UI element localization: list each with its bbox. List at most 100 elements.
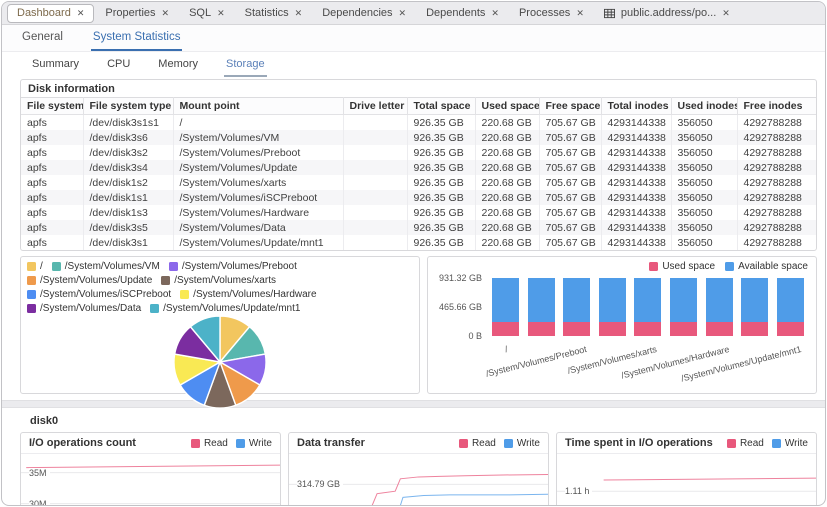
table-cell: 926.35 GB [407,175,475,190]
table-cell: 4292788288 [737,190,816,205]
table-cell: /dev/disk1s2 [83,175,173,190]
table-cell [343,190,407,205]
tab-dependents[interactable]: Dependents ✕ [417,4,508,23]
table-cell [343,115,407,131]
table-cell: apfs [21,205,83,220]
table-cell: 705.67 GB [539,205,601,220]
table-row[interactable]: apfs/dev/disk1s3/System/Volumes/Hardware… [21,205,816,220]
tab-sql[interactable]: SQL ✕ [180,4,234,23]
table-cell: /System/Volumes/xarts [173,175,343,190]
close-icon[interactable]: ✕ [162,9,170,18]
table-cell: 4292788288 [737,205,816,220]
tab-dependencies[interactable]: Dependencies✕ [313,4,415,23]
stacked-bar-system-volumes-xarts[interactable] [634,278,661,336]
data-transfer-legend: ReadWrite [459,438,540,449]
bar-segment-used [563,322,590,336]
close-icon[interactable]: ✕ [77,9,85,18]
stacked-bar-system-volumes-vm[interactable] [528,278,555,336]
stacked-bar-system-volumes-iscpreboot[interactable] [670,278,697,336]
tab-statistics[interactable]: Statistics✕ [236,4,312,23]
column-header-mount-point: Mount point [173,98,343,115]
legend-swatch-icon [191,439,200,448]
io-ops-count-panel: I/O operations countReadWrite35M30M [20,432,281,506]
stacked-bar-[interactable] [492,278,519,336]
table-cell: 4292788288 [737,220,816,235]
bar-y-tick: 465.66 GB [439,302,482,312]
table-row[interactable]: apfs/dev/disk3s6/System/Volumes/VM926.35… [21,130,816,145]
legend-item-read: Read [459,438,496,449]
table-row[interactable]: apfs/dev/disk3s5/System/Volumes/Data926.… [21,220,816,235]
nav-tab-general[interactable]: General [20,25,65,51]
stacked-bar-system-volumes-update[interactable] [599,278,626,336]
io-ops-count-y-tick: 35M [29,468,50,478]
legend-label: Write [249,438,272,449]
stacked-bar-system-volumes-update-mnt1[interactable] [777,278,804,336]
tab-label: SQL [189,7,211,19]
table-row[interactable]: apfs/dev/disk3s1s1/926.35 GB220.68 GB705… [21,115,816,131]
data-transfer-chart: 314.79 GB [289,454,548,506]
legend-label: /System/Volumes/xarts [174,275,276,286]
legend-label: /System/Volumes/Preboot [182,261,297,272]
stacked-bar-system-volumes-data[interactable] [741,278,768,336]
table-cell: /System/Volumes/Preboot [173,145,343,160]
stacked-bar-system-volumes-preboot[interactable] [563,278,590,336]
bar-x-tick: /System/Volumes/Update/mnt1 [680,344,802,384]
legend-swatch-icon [725,262,734,271]
table-cell: 705.67 GB [539,220,601,235]
data-transfer-series-read [354,474,548,506]
bar-segment-available [706,278,733,322]
close-icon[interactable]: ✕ [576,9,584,18]
legend-item-system-volumes-hardware: /System/Volumes/Hardware [180,289,316,300]
table-cell: 220.68 GB [475,130,539,145]
data-transfer-series-write [382,494,548,506]
table-cell: /System/Volumes/Update [173,160,343,175]
table-cell: 926.35 GB [407,115,475,131]
table-row[interactable]: apfs/dev/disk3s4/System/Volumes/Update92… [21,160,816,175]
disk0-section: disk0 I/O operations countReadWrite35M30… [2,408,825,506]
pie-chart-wrap [27,314,413,410]
close-icon[interactable]: ✕ [399,9,407,18]
subnav-tab-storage[interactable]: Storage [224,52,267,77]
legend-label: Read [740,438,764,449]
close-icon[interactable]: ✕ [722,9,730,18]
table-cell: /System/Volumes/VM [173,130,343,145]
tab-properties[interactable]: Properties✕ [96,4,178,23]
tab-label: Dependents [426,7,485,19]
table-cell: 4293144338 [601,130,671,145]
bar-segment-used [492,322,519,336]
disk-space-bar-chart: 931.32 GB465.66 GB0 B //System/Volumes/P… [436,278,808,378]
tab-public-address-po[interactable]: public.address/po...✕ [595,4,739,23]
subnav-tab-summary[interactable]: Summary [30,52,81,77]
table-cell: 220.68 GB [475,205,539,220]
close-icon[interactable]: ✕ [295,9,303,18]
disk-information-title: Disk information [21,80,816,97]
bar-segment-used [528,322,555,336]
table-row[interactable]: apfs/dev/disk3s1/System/Volumes/Update/m… [21,235,816,250]
subnav-tab-cpu[interactable]: CPU [105,52,132,77]
legend-item-system-volumes-vm: /System/Volumes/VM [52,261,160,272]
table-row[interactable]: apfs/dev/disk1s1/System/Volumes/iSCPrebo… [21,190,816,205]
stacked-bar-system-volumes-hardware[interactable] [706,278,733,336]
io-ops-count-legend: Read Write [191,438,272,449]
io-ops-count-title: I/O operations count [29,437,136,449]
tab-processes[interactable]: Processes✕ [510,4,593,23]
close-icon[interactable]: ✕ [491,9,499,18]
close-icon[interactable]: ✕ [217,9,225,18]
legend-label: Read [204,438,228,449]
table-row[interactable]: apfs/dev/disk3s2/System/Volumes/Preboot9… [21,145,816,160]
table-row[interactable]: apfs/dev/disk1s2/System/Volumes/xarts926… [21,175,816,190]
table-cell: apfs [21,160,83,175]
subnav-tab-memory[interactable]: Memory [156,52,200,77]
table-cell [343,205,407,220]
bar-y-axis-labels: 931.32 GB465.66 GB0 B [436,278,488,336]
legend-item-read: Read [191,438,228,449]
table-cell: 356050 [671,160,737,175]
io-time-series-read [604,478,816,480]
nav-tab-system-statistics[interactable]: System Statistics [91,25,183,51]
table-cell: 4293144338 [601,175,671,190]
legend-swatch-icon [236,439,245,448]
bar-segment-available [492,278,519,322]
pgadmin-window: Dashboard✕Properties✕SQL✕Statistics✕Depe… [1,1,826,506]
legend-item-system-volumes-xarts: /System/Volumes/xarts [161,275,276,286]
tab-dashboard[interactable]: Dashboard✕ [7,4,94,23]
